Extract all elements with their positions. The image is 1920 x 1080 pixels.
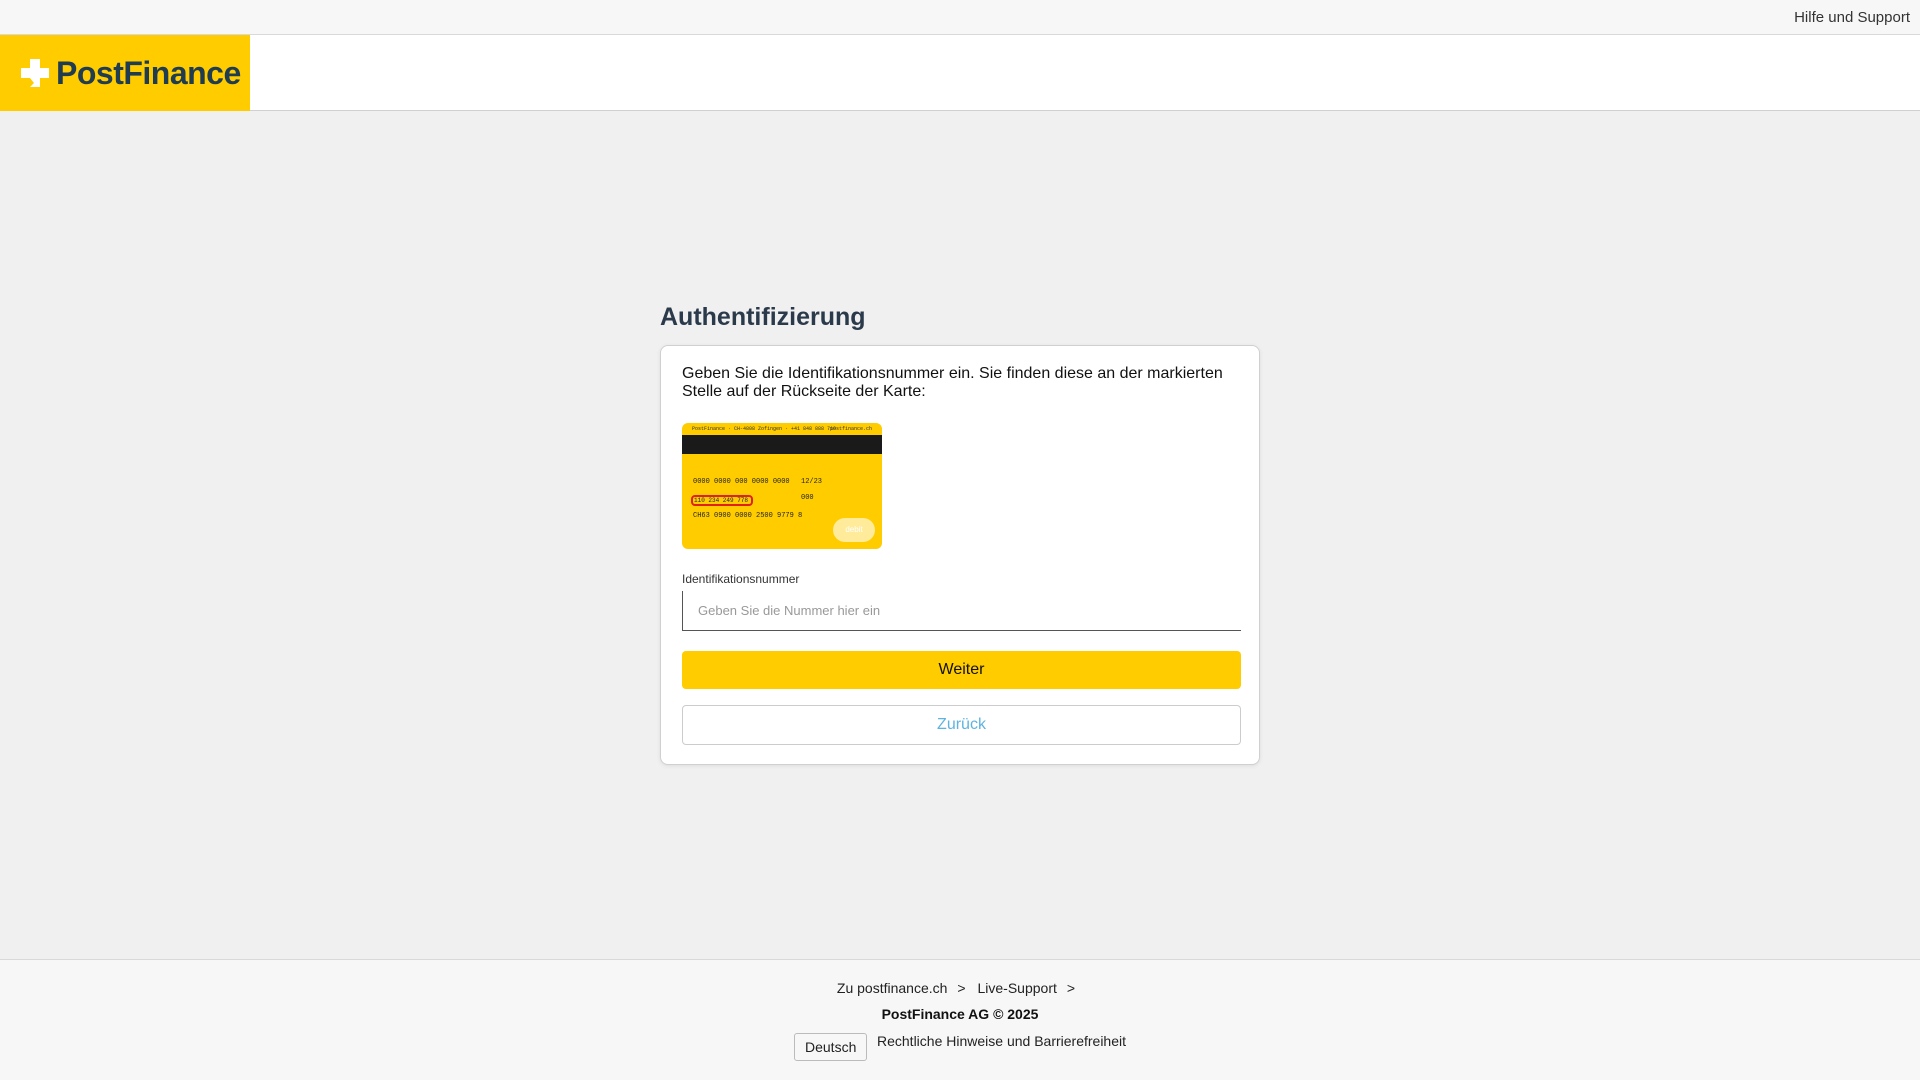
- live-support-link[interactable]: Live-Support: [978, 980, 1057, 996]
- auth-card: Geben Sie die Identifikationsnummer ein.…: [660, 345, 1260, 765]
- footer-links: Zu postfinance.ch > Live-Support >: [0, 980, 1920, 996]
- card-expiry: 12/23: [801, 478, 823, 486]
- postfinance-link[interactable]: Zu postfinance.ch: [837, 980, 948, 996]
- id-number-label: Identifikationsnummer: [682, 572, 800, 586]
- chevron-right-icon: >: [957, 980, 966, 996]
- magnetic-stripe: [682, 435, 882, 454]
- weiter-button[interactable]: Weiter: [682, 651, 1241, 689]
- zurueck-button[interactable]: Zurück: [682, 705, 1241, 745]
- instruction-text: Geben Sie die Identifikationsnummer ein.…: [682, 365, 1223, 400]
- chevron-right-icon: >: [1066, 980, 1076, 996]
- top-bar: Hilfe und Support: [0, 0, 1920, 35]
- page-title: Authentifizierung: [660, 303, 866, 331]
- help-support-link[interactable]: Hilfe und Support: [1794, 9, 1910, 26]
- card-iban: CH63 0900 0000 2500 9779 8: [693, 512, 803, 520]
- id-number-input[interactable]: [682, 591, 1241, 631]
- card-top-line-left: PostFinance · CH-4808 Zofingen · +41 848…: [692, 426, 837, 432]
- legal-link[interactable]: Rechtliche Hinweise und Barrierefreiheit: [877, 1033, 1126, 1049]
- postfinance-logo[interactable]: PostFinance: [0, 35, 250, 111]
- debit-badge: debit: [833, 518, 875, 542]
- language-selector[interactable]: Deutsch: [794, 1033, 868, 1061]
- header: PostFinance: [0, 35, 1920, 111]
- copyright: PostFinance AG © 2025: [881, 1006, 1039, 1022]
- card-number: 0000 0000 000 0000 0000: [693, 478, 790, 486]
- card-back-image: PostFinance · CH-4808 Zofingen · +41 848…: [682, 423, 882, 549]
- card-top-line-right: postfinance.ch: [829, 426, 872, 432]
- footer: Zu postfinance.ch > Live-Support > PostFin…: [0, 959, 1920, 1080]
- id-number-highlight: [691, 495, 753, 506]
- brand-name: PostFinance: [56, 54, 241, 91]
- swiss-cross-icon: [21, 59, 49, 87]
- card-cvc: 000: [801, 494, 814, 502]
